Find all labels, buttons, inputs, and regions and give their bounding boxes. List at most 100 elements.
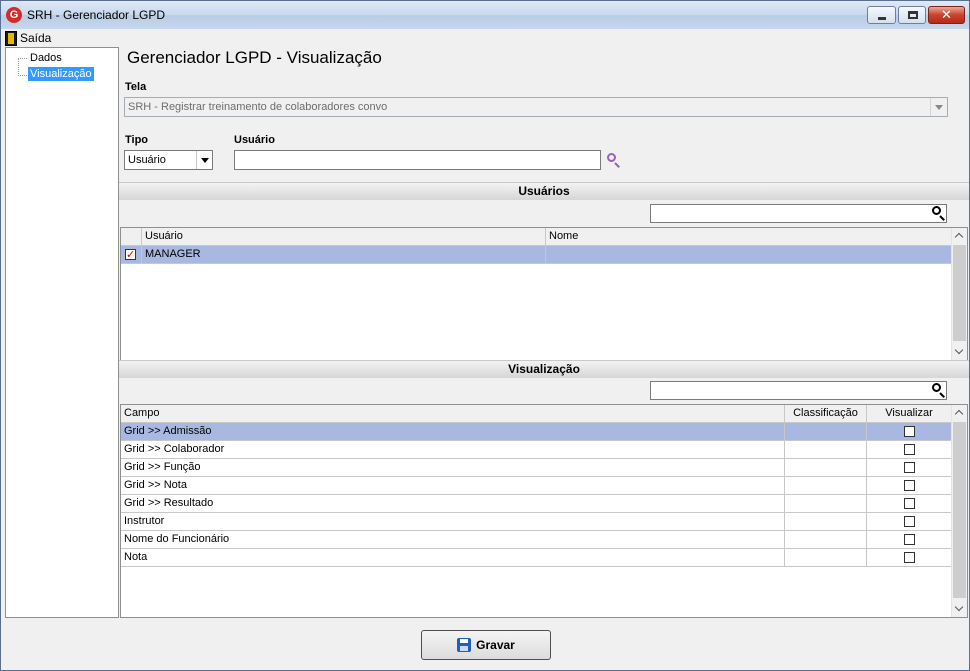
column-header-nome[interactable]: Nome [546,228,951,246]
usuarios-grid-header: Usuário Nome [121,228,951,246]
visualizar-checkbox[interactable] [904,498,915,509]
tree-item-visualizacao[interactable]: Visualização [28,67,94,81]
usuarios-grid-scrollbar[interactable] [951,228,967,360]
visualizacao-grid-scrollbar[interactable] [951,405,967,617]
cell-classificacao [785,549,867,566]
table-row[interactable]: Grid >> Função [121,459,951,477]
close-button[interactable]: ✕ [928,6,965,24]
usuarios-grid: Usuário Nome MANAGER [120,227,968,361]
cell-usuario: MANAGER [142,246,546,263]
scroll-up-icon[interactable] [952,405,967,421]
maximize-button[interactable] [898,6,926,24]
row-check-cell [121,246,142,264]
scroll-up-icon[interactable] [952,228,967,244]
cell-classificacao [785,477,867,494]
close-icon: ✕ [941,7,952,22]
usuarios-section-header: Usuários [119,182,969,200]
cell-campo: Grid >> Função [121,459,785,476]
minimize-icon [878,17,886,20]
visualizar-checkbox[interactable] [904,444,915,455]
chevron-down-icon[interactable] [196,151,212,169]
visualizar-checkbox[interactable] [904,516,915,527]
row-checkbox[interactable] [125,247,136,264]
cell-classificacao [785,441,867,458]
cell-campo: Instrutor [121,513,785,530]
usuarios-search-input[interactable] [650,204,947,223]
cell-visualizar [867,477,951,494]
search-icon[interactable] [931,382,947,398]
exit-door-icon [5,30,17,46]
cell-campo: Grid >> Nota [121,477,785,494]
navigation-tree: Dados Visualização [5,47,119,618]
cell-visualizar [867,441,951,458]
scroll-thumb[interactable] [953,245,966,341]
tela-combobox[interactable]: SRH - Registrar treinamento de colaborad… [124,97,948,117]
app-logo-icon: G [6,7,22,23]
table-row[interactable]: Nome do Funcionário [121,531,951,549]
table-row[interactable]: Grid >> Nota [121,477,951,495]
cell-campo: Nota [121,549,785,566]
tree-connector [18,58,19,76]
minimize-button[interactable] [867,6,896,24]
table-row[interactable]: MANAGER [121,246,951,264]
visualizar-checkbox[interactable] [904,552,915,563]
table-row[interactable]: Grid >> Admissão [121,423,951,441]
cell-visualizar [867,423,951,440]
tipo-select[interactable]: Usuário [124,150,213,170]
menu-item-exit[interactable]: Saída [5,29,51,47]
visualizar-checkbox[interactable] [904,480,915,491]
save-button-label: Gravar [476,638,515,652]
cell-visualizar [867,459,951,476]
visualizacao-grid-header: Campo Classificação Visualizar [121,405,951,423]
cell-classificacao [785,513,867,530]
tree-item-dados[interactable]: Dados [28,51,64,65]
page-title: Gerenciador LGPD - Visualização [127,48,382,67]
tela-label: Tela [125,81,147,93]
floppy-disk-icon [457,638,472,652]
table-row[interactable]: Grid >> Resultado [121,495,951,513]
visualizacao-section-header: Visualização [119,360,969,378]
cell-campo: Nome do Funcionário [121,531,785,548]
cell-visualizar [867,495,951,512]
cell-classificacao [785,459,867,476]
cell-campo: Grid >> Resultado [121,495,785,512]
column-header-campo[interactable]: Campo [121,405,785,423]
column-header-classificacao[interactable]: Classificação [785,405,867,423]
cell-nome [546,246,951,263]
visualizar-checkbox[interactable] [904,534,915,545]
column-header-usuario[interactable]: Usuário [142,228,546,246]
scroll-down-icon[interactable] [952,344,967,360]
cell-classificacao [785,531,867,548]
cell-classificacao [785,423,867,440]
cell-visualizar [867,531,951,548]
table-row[interactable]: Instrutor [121,513,951,531]
maximize-icon [908,11,918,19]
cell-campo: Grid >> Admissão [121,423,785,440]
table-row[interactable]: Nota [121,549,951,567]
scroll-down-icon[interactable] [952,601,967,617]
visualizacao-grid: Campo Classificação Visualizar Grid >> A… [120,404,968,618]
cell-visualizar [867,513,951,530]
search-icon[interactable] [931,205,947,221]
tipo-select-value: Usuário [128,154,166,166]
visualizar-checkbox[interactable] [904,462,915,473]
user-lookup-search-icon[interactable] [606,152,622,168]
save-button[interactable]: Gravar [421,630,551,660]
tree-connector [18,58,27,59]
chevron-down-icon[interactable] [930,98,947,116]
column-header-check [121,228,142,246]
visualizar-checkbox[interactable] [904,426,915,437]
cell-classificacao [785,495,867,512]
cell-campo: Grid >> Colaborador [121,441,785,458]
tree-connector [18,75,27,76]
visualizacao-search-input[interactable] [650,381,947,400]
column-header-visualizar[interactable]: Visualizar [867,405,951,423]
table-row[interactable]: Grid >> Colaborador [121,441,951,459]
scroll-thumb[interactable] [953,422,966,598]
usuario-input[interactable] [234,150,601,170]
tela-combobox-value: SRH - Registrar treinamento de colaborad… [128,101,388,113]
usuario-label: Usuário [234,134,275,146]
menu-item-exit-label: Saída [20,31,52,45]
title-bar[interactable]: G SRH - Gerenciador LGPD ✕ [1,1,969,29]
window-title: SRH - Gerenciador LGPD [27,8,166,22]
